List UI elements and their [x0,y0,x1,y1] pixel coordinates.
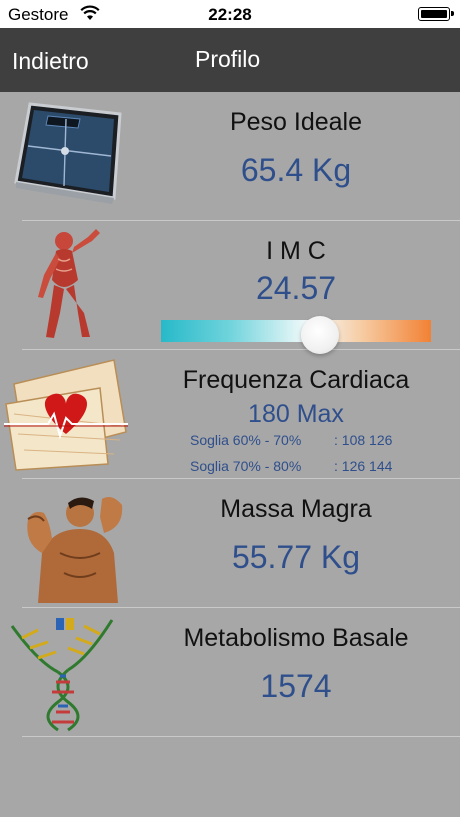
lean-mass-value: 55.77 Kg [231,539,361,575]
back-button[interactable]: Indietro [12,48,89,75]
dna-helix-icon [8,612,130,732]
zone1-value: : 108 126 [334,432,393,448]
status-bar: Gestore 22:28 [0,0,460,28]
scale-icon [8,96,130,216]
ideal-weight-value: 65.4 Kg [240,152,352,188]
zone1-label: Soglia 60% - 70% [190,432,302,448]
page-title: Profilo [195,46,261,72]
muscle-man-icon [8,483,130,603]
heart-rate-row[interactable]: Frequenza Cardiaca 180 Max Soglia 60% - … [0,350,460,479]
heart-rate-label: Frequenza Cardiaca [182,366,410,394]
battery-icon [418,7,454,21]
zone2-value: : 126 144 [334,458,393,474]
lean-mass-label: Massa Magra [220,495,372,523]
zone2-label: Soglia 70% - 80% [190,458,302,474]
row-divider [22,736,460,737]
anatomy-figure-icon [8,225,130,345]
navigation-bar: Indietro Profilo [0,28,460,92]
bmi-label: I M C [266,237,326,265]
lean-mass-row[interactable]: Massa Magra 55.77 Kg [0,479,460,608]
clock: 22:28 [208,5,252,24]
basal-metabolism-row[interactable]: Metabolismo Basale 1574 [0,608,460,737]
heart-ecg-icon [4,354,130,474]
basal-metabolism-label: Metabolismo Basale [183,624,409,652]
ideal-weight-row[interactable]: Peso Ideale 65.4 Kg [0,92,460,221]
basal-metabolism-value: 1574 [260,668,332,704]
ideal-weight-label: Peso Ideale [229,108,363,136]
heart-rate-max: 180 Max [248,400,344,428]
bmi-value: 24.57 [255,270,337,306]
bmi-slider-track[interactable] [161,320,431,342]
